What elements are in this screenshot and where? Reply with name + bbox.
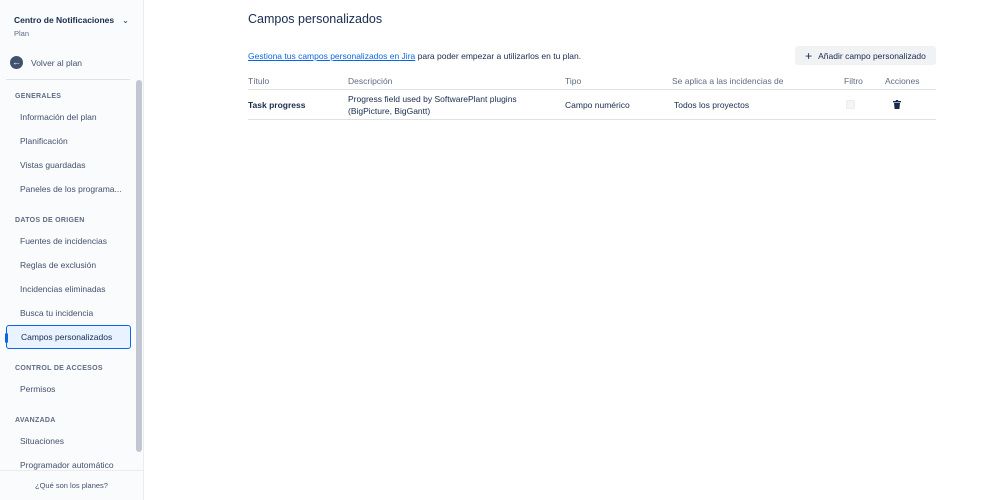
divider xyxy=(248,89,936,90)
back-to-plan-link[interactable]: ← Volver al plan xyxy=(10,56,82,69)
sidebar-item-planning[interactable]: Planificación xyxy=(6,129,131,153)
header-title[interactable]: Título xyxy=(248,76,269,86)
section-title-datos-origen: DATOS DE ORIGEN xyxy=(15,217,85,224)
scrollbar-thumb[interactable] xyxy=(136,80,142,452)
what-are-plans-link[interactable]: ¿Qué son los planes? xyxy=(0,470,143,500)
field-type: Campo numérico xyxy=(565,100,630,110)
sidebar-item-auto-scheduler[interactable]: Programador automático xyxy=(6,453,131,470)
field-description-line1: Progress field used by SoftwarePlant plu… xyxy=(348,94,517,104)
sidebar-item-program-boards[interactable]: Paneles de los programa... xyxy=(6,177,131,201)
sidebar-item-removed-issues[interactable]: Incidencias eliminadas xyxy=(6,277,131,301)
section-title-control-accesos: CONTROL DE ACCESOS xyxy=(15,365,103,372)
header-description[interactable]: Descripción xyxy=(348,76,392,86)
field-title: Task progress xyxy=(248,100,306,110)
arrow-left-icon: ← xyxy=(10,56,23,69)
sidebar-nav: GENERALES Información del plan Planifica… xyxy=(0,80,134,470)
intro-rest: para poder empezar a utilizarlos en tu p… xyxy=(415,51,582,61)
section-title-generales: GENERALES xyxy=(15,93,62,100)
page-title: Campos personalizados xyxy=(248,12,383,26)
main-content: Campos personalizados Gestiona tus campo… xyxy=(144,0,998,500)
plus-icon: + xyxy=(805,48,813,63)
trash-icon[interactable] xyxy=(893,100,901,109)
sidebar-item-scenarios[interactable]: Situaciones xyxy=(6,429,131,453)
add-custom-field-button[interactable]: + Añadir campo personalizado xyxy=(795,46,936,65)
intro-text: Gestiona tus campos personalizados en Ji… xyxy=(248,51,581,61)
back-label: Volver al plan xyxy=(31,57,83,68)
manage-fields-link[interactable]: Gestiona tus campos personalizados en Ji… xyxy=(248,51,415,61)
header-filter[interactable]: Filtro xyxy=(844,76,863,86)
field-applies-to: Todos los proyectos xyxy=(674,100,750,110)
sidebar-item-find-issue[interactable]: Busca tu incidencia xyxy=(6,301,131,325)
header-type[interactable]: Tipo xyxy=(565,76,581,86)
divider xyxy=(248,119,936,120)
field-description-line2: (BigPicture, BigGantt) xyxy=(348,106,431,116)
chevron-down-icon[interactable]: ⌄ xyxy=(122,16,129,25)
section-title-avanzada: AVANZADA xyxy=(15,417,56,424)
sidebar-item-plan-info[interactable]: Información del plan xyxy=(6,105,131,129)
sidebar-item-permissions[interactable]: Permisos xyxy=(6,377,131,401)
sidebar: Centro de Notificaciones ⌄ Plan ← Volver… xyxy=(0,0,144,500)
sidebar-item-issue-sources[interactable]: Fuentes de incidencias xyxy=(6,229,131,253)
sidebar-item-exclusion-rules[interactable]: Reglas de exclusión xyxy=(6,253,131,277)
project-header[interactable]: Centro de Notificaciones ⌄ Plan xyxy=(14,15,139,38)
project-name: Centro de Notificaciones xyxy=(14,15,115,25)
add-button-label: Añadir campo personalizado xyxy=(818,50,926,61)
sidebar-item-saved-views[interactable]: Vistas guardadas xyxy=(6,153,131,177)
header-actions: Acciones xyxy=(885,76,920,86)
project-type: Plan xyxy=(14,29,30,38)
filter-checkbox[interactable] xyxy=(846,100,855,109)
sidebar-item-custom-fields[interactable]: Campos personalizados xyxy=(5,325,131,349)
sidebar-scrollbar[interactable] xyxy=(135,80,143,460)
header-applies-to[interactable]: Se aplica a las incidencias de xyxy=(672,76,784,86)
